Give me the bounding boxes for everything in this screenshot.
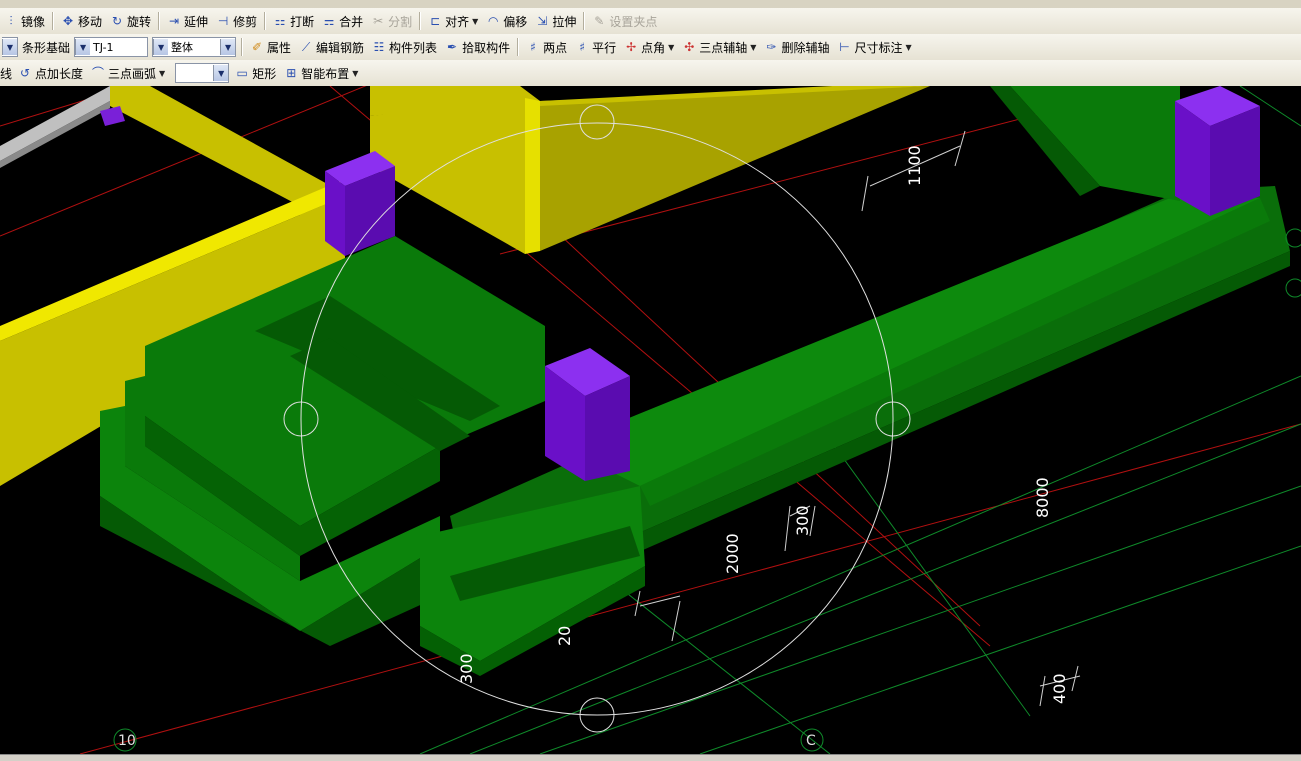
merge-icon: ⚎ bbox=[323, 14, 335, 28]
trim-button[interactable]: ⊣ 修剪 bbox=[212, 10, 261, 32]
dimension-icon: ⊢ bbox=[839, 40, 850, 54]
toolbar-separator bbox=[241, 38, 244, 56]
rectangle-icon: ▭ bbox=[236, 66, 248, 80]
dimension-300-a: 300 bbox=[793, 505, 812, 536]
arc-value-combo[interactable]: ▼ bbox=[175, 63, 230, 83]
align-icon: ⊏ bbox=[430, 14, 441, 28]
two-point-axis-button[interactable]: ♯ 两点 bbox=[522, 36, 571, 58]
chevron-down-icon: ▼ bbox=[159, 68, 166, 78]
smart-layout-icon: ⊞ bbox=[286, 66, 297, 80]
three-point-arc-button[interactable]: ⌒ 三点画弧 ▼ bbox=[87, 62, 169, 84]
rotate-icon: ↻ bbox=[112, 14, 123, 28]
extend-button[interactable]: ⇥ 延伸 bbox=[163, 10, 212, 32]
mirror-button[interactable]: ⫶ 镜像 bbox=[0, 10, 49, 32]
trim-icon: ⊣ bbox=[217, 14, 229, 28]
break-button[interactable]: ⚏ 打断 bbox=[269, 10, 318, 32]
toolbar-separator bbox=[158, 12, 161, 30]
chevron-down-icon: ▼ bbox=[75, 39, 91, 55]
arc-icon: ⌒ bbox=[92, 66, 105, 80]
chevron-down-icon: ▼ bbox=[472, 16, 479, 26]
split-button[interactable]: ✂ 分割 bbox=[367, 10, 416, 32]
offset-button[interactable]: ◠ 偏移 bbox=[482, 10, 531, 32]
edit-toolbar: ⫶ 镜像 ✥ 移动 ↻ 旋转 ⇥ 延伸 ⊣ 修剪 ⚏ 打断 ⚎ 合并 ✂ 分割 ⊏ 对齐 ▼ ◠ 偏移… bbox=[0, 8, 1301, 35]
dimension-2000: 2000 bbox=[723, 533, 742, 574]
dimension-20: 20 bbox=[555, 626, 574, 646]
draw-toolbar: 线 ↺ 点加长度 ⌒ 三点画弧 ▼ ▼ ▭ 矩形 ⊞ 智能布置 ▼ bbox=[0, 60, 1301, 87]
align-button[interactable]: ⊏ 对齐 ▼ bbox=[424, 10, 482, 32]
toolbar-separator bbox=[52, 12, 55, 30]
point-length-button[interactable]: ↺ 点加长度 bbox=[14, 62, 87, 84]
three-point-axis-button[interactable]: ✣ 三点辅轴 ▼ bbox=[678, 36, 760, 58]
drawing-viewport[interactable]: 1100 8000 2000 300 300 400 20 10 C bbox=[0, 86, 1301, 754]
point-angle-axis-button[interactable]: ✢ 点角 ▼ bbox=[620, 36, 678, 58]
edit-rebar-icon: ⟋ bbox=[301, 40, 311, 54]
stretch-icon: ⇲ bbox=[537, 14, 548, 28]
chevron-down-icon: ▼ bbox=[2, 39, 17, 55]
chevron-down-icon: ▼ bbox=[213, 65, 229, 81]
three-point-axis-icon: ✣ bbox=[684, 40, 695, 54]
component-name-combo[interactable]: ▼ TJ-1 bbox=[74, 37, 149, 57]
delete-axis-button[interactable]: ✑ 删除辅轴 bbox=[760, 36, 833, 58]
offset-icon: ◠ bbox=[488, 14, 499, 28]
component-part-combo[interactable]: ▼ 整体 ▼ bbox=[152, 37, 237, 57]
component-list-icon: ☷ bbox=[373, 40, 385, 54]
point-angle-icon: ✢ bbox=[626, 40, 637, 54]
axis-label-10: 10 bbox=[118, 733, 136, 749]
rotate-button[interactable]: ↻ 旋转 bbox=[106, 10, 155, 32]
line-button-fragment[interactable]: 线 bbox=[0, 62, 14, 84]
dimension-300-b: 300 bbox=[457, 653, 476, 684]
smart-layout-button[interactable]: ⊞ 智能布置 ▼ bbox=[280, 62, 362, 84]
chevron-down-icon: ▼ bbox=[220, 39, 236, 55]
two-point-icon: ♯ bbox=[530, 40, 536, 54]
component-type-label: 条形基础 bbox=[22, 40, 71, 55]
chevron-down-icon: ▼ bbox=[153, 39, 169, 55]
break-icon: ⚏ bbox=[274, 14, 286, 28]
extend-icon: ⇥ bbox=[169, 14, 180, 28]
edit-rebar-button[interactable]: ⟋ 编辑钢筋 bbox=[295, 36, 368, 58]
split-icon: ✂ bbox=[373, 14, 384, 28]
dimension-1100: 1100 bbox=[905, 145, 924, 186]
merge-button[interactable]: ⚎ 合并 bbox=[318, 10, 367, 32]
toolbar-separator bbox=[583, 12, 586, 30]
grip-icon: ✎ bbox=[594, 14, 605, 28]
pick-component-button[interactable]: ✒ 拾取构件 bbox=[441, 36, 514, 58]
axis-label-c: C bbox=[806, 733, 816, 749]
slab bbox=[0, 86, 110, 161]
dimension-400: 400 bbox=[1050, 673, 1069, 704]
move-icon: ✥ bbox=[62, 14, 74, 28]
rectangle-button[interactable]: ▭ 矩形 bbox=[231, 62, 280, 84]
parallel-icon: ♯ bbox=[579, 40, 585, 54]
point-length-icon: ↺ bbox=[19, 66, 31, 80]
toolbar-separator bbox=[517, 38, 520, 56]
dimension-button[interactable]: ⊢ 尺寸标注 ▼ bbox=[833, 36, 915, 58]
chevron-down-icon: ▼ bbox=[668, 42, 675, 52]
move-button[interactable]: ✥ 移动 bbox=[57, 10, 106, 32]
property-button[interactable]: ✐ 属性 bbox=[246, 36, 295, 58]
property-icon: ✐ bbox=[251, 40, 263, 54]
toolbar-separator bbox=[264, 12, 267, 30]
dimension-8000: 8000 bbox=[1033, 477, 1052, 518]
toolbar-separator bbox=[419, 12, 422, 30]
chevron-down-icon: ▼ bbox=[750, 42, 757, 52]
mirror-icon: ⫶ bbox=[9, 14, 13, 28]
pick-component-icon: ✒ bbox=[447, 40, 458, 54]
stretch-button[interactable]: ⇲ 拉伸 bbox=[531, 10, 580, 32]
chevron-down-icon: ▼ bbox=[905, 42, 912, 52]
parallel-axis-button[interactable]: ♯ 平行 bbox=[571, 36, 620, 58]
set-grip-button[interactable]: ✎ 设置夹点 bbox=[588, 10, 661, 32]
delete-axis-icon: ✑ bbox=[766, 40, 777, 54]
chevron-down-icon: ▼ bbox=[352, 68, 359, 78]
3d-scene[interactable]: 1100 8000 2000 300 300 400 20 10 C bbox=[0, 86, 1301, 754]
component-toolbar: ▼ 条形基础 ▼ TJ-1 ▼ 整体 ▼ ✐ 属性 ⟋ 编辑钢筋 ☷ 构件列表 ✒ 拾取构件 … bbox=[0, 34, 1301, 61]
component-list-button[interactable]: ☷ 构件列表 bbox=[368, 36, 441, 58]
type-dropdown-stub[interactable]: ▼ bbox=[2, 37, 18, 57]
